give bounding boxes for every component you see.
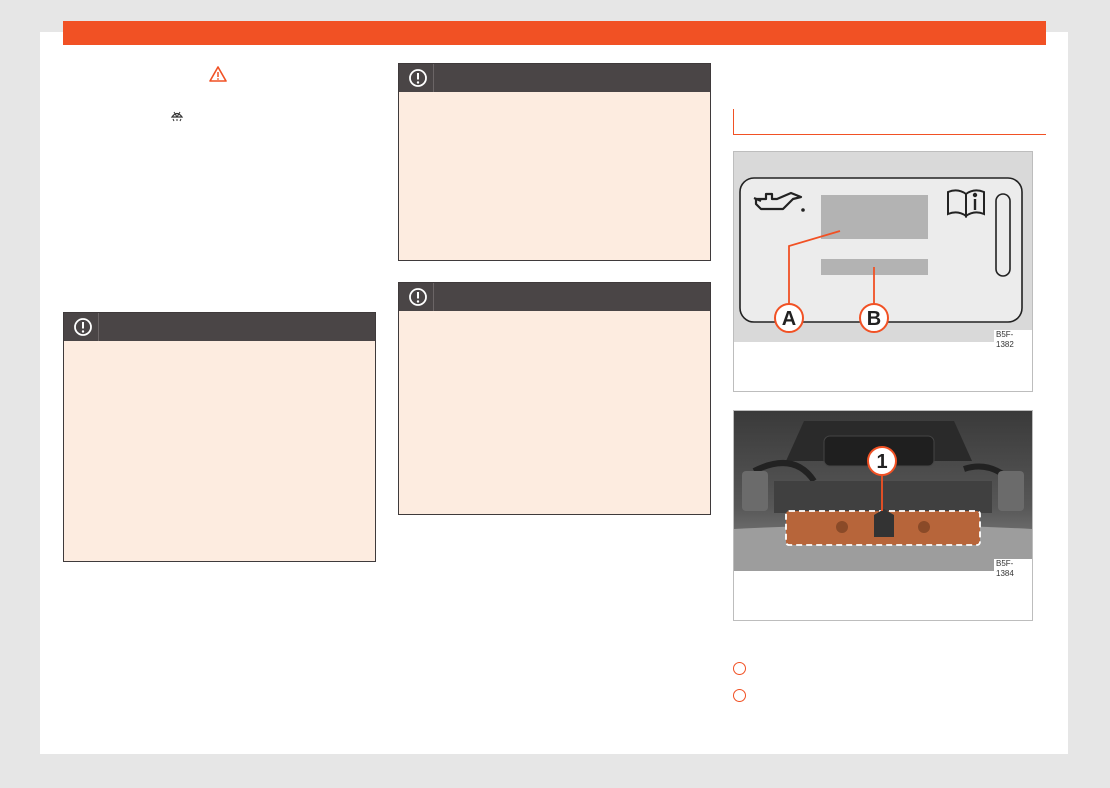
- exclamation-circle-icon: [409, 69, 427, 87]
- figure-oil-display: A B B5F-1382: [733, 151, 1033, 392]
- oil-drop: [801, 208, 805, 212]
- exclamation-circle-icon: [74, 318, 92, 336]
- callout-b: B: [859, 303, 889, 333]
- notice-header: [399, 283, 710, 311]
- notice-header: [399, 64, 710, 92]
- figure-engine-bay: 1 B5F-1384: [733, 410, 1033, 621]
- list-bullet-icon: [733, 662, 746, 675]
- notice-header: [64, 313, 375, 341]
- header-bar: [63, 21, 1046, 45]
- svg-text:A: A: [782, 308, 796, 330]
- callout-1: 1: [867, 446, 897, 476]
- list-bullet-icon: [733, 689, 746, 702]
- oil-display-illustration: A B: [734, 152, 1032, 342]
- section-rule: [733, 109, 734, 135]
- windshield-washer-icon: [170, 111, 184, 122]
- svg-text:B: B: [867, 308, 881, 330]
- section-rule: [733, 134, 1046, 135]
- engine-bay-illustration: 1: [734, 411, 1032, 571]
- svg-text:1: 1: [876, 451, 887, 473]
- figure-id-label: B5F-1382: [994, 330, 1032, 350]
- figure-id-label: B5F-1384: [994, 559, 1032, 579]
- notice-box: [63, 312, 376, 562]
- exclamation-circle-icon: [409, 288, 427, 306]
- warning-triangle-icon: [209, 66, 227, 82]
- notice-box: [398, 63, 711, 261]
- notice-box: [398, 282, 711, 515]
- callout-a: A: [774, 303, 804, 333]
